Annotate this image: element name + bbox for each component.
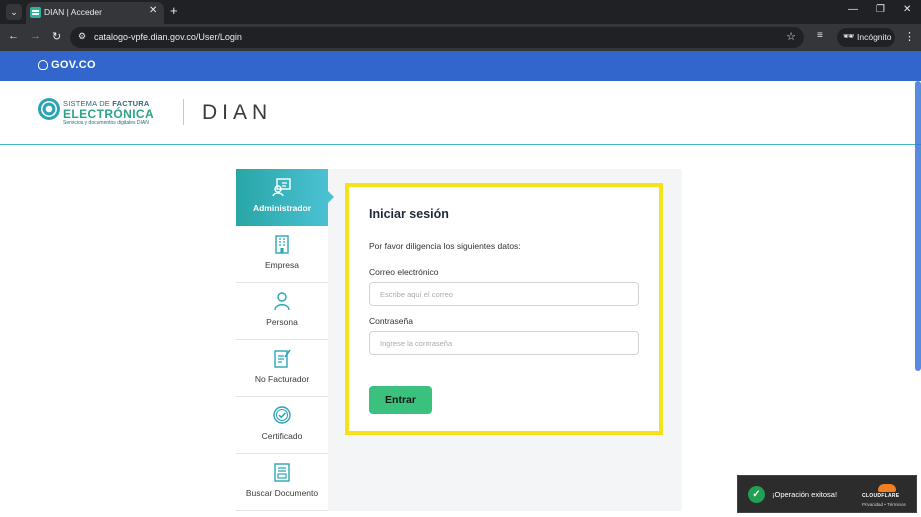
site-header: SISTEMA DE FACTURA ELECTRÓNICA Servicios… <box>0 81 921 145</box>
tab-title: DIAN | Acceder <box>44 7 102 17</box>
more-menu-icon[interactable]: ⋮ <box>904 30 915 43</box>
url-text[interactable]: catalogo-vpfe.dian.gov.co/User/Login <box>94 32 242 42</box>
bookmark-star-icon[interactable]: ☆ <box>786 30 796 43</box>
login-form: Iniciar sesión Por favor diligencia los … <box>345 183 663 435</box>
factura-electronica-logo-icon <box>38 98 60 120</box>
back-icon[interactable]: ← <box>8 30 19 42</box>
incognito-badge[interactable]: 🕶 Incógnito <box>837 28 895 47</box>
tab-search-icon[interactable]: ⌄ <box>6 4 22 20</box>
minimize-icon[interactable]: — <box>848 4 858 15</box>
success-check-icon: ✓ <box>748 486 765 503</box>
header-divider <box>183 99 184 125</box>
site-info-icon[interactable]: ⚙ <box>78 31 86 42</box>
email-field[interactable] <box>369 282 639 306</box>
incognito-label: Incógnito <box>857 32 892 42</box>
dian-favicon-icon <box>30 7 41 18</box>
search-document-icon <box>274 463 290 482</box>
browser-tab-bar: ⌄ DIAN | Acceder ✕ + — ❐ ✕ <box>0 0 921 24</box>
restore-icon[interactable]: ❐ <box>876 4 885 15</box>
sidebar-item-buscar-documento[interactable]: Buscar Documento <box>236 454 328 511</box>
person-icon <box>274 292 290 311</box>
sidebar-item-label: Certificado <box>261 431 303 441</box>
logo-line2: ELECTRÓNICA <box>63 107 155 121</box>
password-label: Contraseña <box>369 316 413 326</box>
logo-line3: Servicios y documentos digitales DIAN <box>63 120 149 126</box>
sidebar-item-label: Persona <box>266 317 298 327</box>
close-window-icon[interactable]: ✕ <box>903 4 911 15</box>
sidebar-item-label: Empresa <box>264 260 299 270</box>
close-tab-icon[interactable]: ✕ <box>149 5 157 16</box>
email-label: Correo electrónico <box>369 267 439 277</box>
cloudflare-cloud-icon <box>878 484 896 492</box>
cloudflare-links[interactable]: Privacidad • Términos <box>862 502 906 507</box>
gov-shield-icon <box>38 60 48 70</box>
sidebar-item-no-facturador[interactable]: No Facturador <box>236 340 328 397</box>
submit-button[interactable]: Entrar <box>369 386 432 414</box>
sidebar-item-label: No Facturador <box>254 374 310 384</box>
sidebar-item-label: Buscar Documento <box>245 488 319 498</box>
toast-message: ¡Operación exitosa! <box>772 490 838 499</box>
cloudflare-toast: ✓ ¡Operación exitosa! CLOUDFLARE Privaci… <box>737 475 917 513</box>
password-field[interactable] <box>369 331 639 355</box>
page-scrollbar[interactable] <box>915 81 921 371</box>
certificate-icon <box>273 406 291 424</box>
sidebar-item-empresa[interactable]: Empresa <box>236 226 328 283</box>
address-bar[interactable]: ⚙ catalogo-vpfe.dian.gov.co/User/Login ☆ <box>70 27 804 48</box>
reload-icon[interactable]: ↻ <box>52 30 61 43</box>
document-edit-icon <box>274 349 291 368</box>
sidebar-item-label: Administrador <box>252 203 312 213</box>
admin-icon <box>272 178 291 197</box>
cloudflare-logo: CLOUDFLARE <box>862 484 910 499</box>
incognito-icon: 🕶 <box>843 31 855 41</box>
user-type-sidebar: Administrador Empresa Persona No Factura… <box>236 169 334 511</box>
forward-icon[interactable]: → <box>30 30 41 42</box>
browser-tab[interactable]: DIAN | Acceder ✕ <box>26 2 164 24</box>
new-tab-icon[interactable]: + <box>170 3 178 18</box>
form-title: Iniciar sesión <box>369 207 449 221</box>
sidebar-item-certificado[interactable]: Certificado <box>236 397 328 454</box>
form-subtitle: Por favor diligencia los siguientes dato… <box>369 241 521 251</box>
sidebar-item-persona[interactable]: Persona <box>236 283 328 340</box>
gov-bar: GOV.CO <box>0 51 921 81</box>
cloudflare-wordmark: CLOUDFLARE <box>862 493 900 499</box>
sidebar-item-administrador[interactable]: Administrador <box>236 169 334 226</box>
dian-logo: DIAN <box>202 101 273 124</box>
browser-toolbar: ← → ↻ ⚙ catalogo-vpfe.dian.gov.co/User/L… <box>0 24 921 51</box>
building-icon <box>275 235 289 254</box>
reading-list-icon[interactable]: ≡ <box>817 30 823 41</box>
